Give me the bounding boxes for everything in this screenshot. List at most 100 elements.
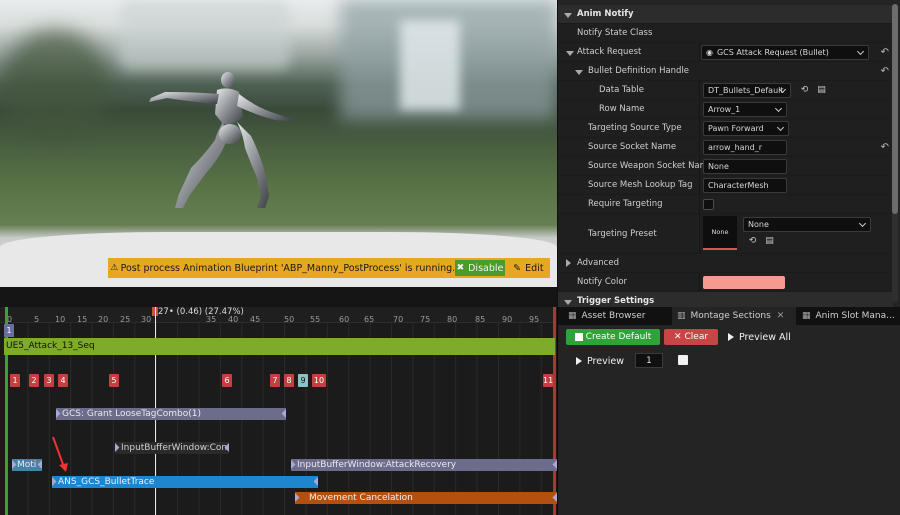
data-table-label: Data Table [599,85,644,95]
disable-label: Disable [468,262,504,274]
ruler-tick: 80 [447,315,458,324]
background-building [120,0,290,70]
tab-montage-sections[interactable]: ▥ Montage Sections ✕ [672,307,796,325]
notify-marker[interactable]: 2 [29,374,39,387]
ruler-tick: 50 [284,315,295,324]
attack-request-value: GCS Attack Request (Bullet) [716,48,829,57]
section-trigger-settings[interactable]: Trigger Settings [558,292,893,307]
notify-marker[interactable]: 7 [270,374,280,387]
ruler-tick: 10 [55,315,66,324]
ruler-tick: 70 [393,315,404,324]
montage-icon: ▥ [677,311,686,321]
notify-state-motion[interactable]: Moti [12,459,42,471]
play-icon [728,333,734,341]
attack-request-combo[interactable]: ◉ GCS Attack Request (Bullet) [701,45,869,60]
source-mesh-lookup-tag-input[interactable]: CharacterMesh [703,178,787,193]
trigger-settings-title: Trigger Settings [577,296,655,306]
mannequin-character [149,72,293,208]
ruler-tick: 60 [339,315,350,324]
notify-marker[interactable]: 8 [284,374,294,387]
targeting-source-type-combo[interactable]: Pawn Forward [703,121,789,136]
reset-icon[interactable]: ↶ [881,47,889,58]
notify-marker[interactable]: 6 [222,374,232,387]
asset-browser-icon: ▦ [568,311,577,321]
pencil-icon: ✎ [513,262,522,274]
folder-icon[interactable]: ▤ [764,236,775,247]
notify-state-grant-tag[interactable]: GCS: Grant LooseTagCombo(1) [56,408,286,420]
folder-icon[interactable]: ▤ [816,85,827,96]
notify-marker[interactable]: 3 [44,374,54,387]
create-default-button[interactable]: Create Default [566,329,660,345]
notify-marker[interactable]: 10 [312,374,326,387]
play-icon [576,357,582,365]
row-attack-request: Attack Request ◉ GCS Attack Request (Bul… [558,43,893,62]
browse-icon[interactable]: ⟲ [747,236,758,247]
section-checkbox[interactable] [678,355,688,365]
montage-timeline[interactable]: 0 5 10 15 20 25 30 35 40 45 50 55 60 65 … [0,307,557,515]
notify-color-label: Notify Color [577,277,628,287]
source-weapon-socket-name-value: None [708,162,729,171]
tab-asset-browser[interactable]: ▦ Asset Browser [564,307,672,325]
advanced-label: Advanced [577,258,619,268]
notify-marker[interactable]: 11 [543,374,553,387]
expand-arrow-icon[interactable] [575,68,583,78]
row-source-socket-name: Source Socket Name arrow_hand_r ↶ [558,138,893,157]
segment-bar[interactable]: UE5_Attack_13_Seq [4,338,555,355]
reset-icon[interactable]: ↶ [881,142,889,153]
notify-marker[interactable]: 1 [10,374,20,387]
row-name-combo[interactable]: Arrow_1 [703,102,787,117]
post-process-warning-message: Post process Animation Blueprint 'ABP_Ma… [120,262,456,274]
section-index[interactable]: 1 [4,324,14,337]
notify-marker[interactable]: 4 [58,374,68,387]
targeting-preset-label: Targeting Preset [588,228,657,239]
source-socket-name-input[interactable]: arrow_hand_r [703,140,787,155]
clear-button[interactable]: ✕ Clear [664,329,718,345]
data-table-value: DT_Bullets_Default [708,86,784,95]
browse-icon[interactable]: ⟲ [799,85,810,96]
bullet-def-label: Bullet Definition Handle [588,66,690,76]
disable-button[interactable]: ✖ Disable [455,260,505,276]
preview-button[interactable]: Preview [576,353,624,369]
expand-arrow-icon[interactable] [566,49,574,59]
annotation-arrow-icon [52,436,68,472]
asset-icon: ◉ [706,48,713,57]
notify-color-swatch[interactable] [703,276,785,289]
notify-state-bullet-trace[interactable]: ANS_GCS_BulletTrace [52,476,318,488]
montage-sections-panel[interactable]: ▦ Asset Browser ▥ Montage Sections ✕ ▦ A… [557,307,900,515]
row-source-mesh-lookup-tag: Source Mesh Lookup Tag CharacterMesh [558,176,893,195]
slot-icon: ▦ [802,311,811,321]
section-title: Anim Notify [577,9,634,19]
notify-state-input-buffer-recovery[interactable]: InputBufferWindow:AttackRecovery [291,459,557,471]
source-mesh-lookup-tag-label: Source Mesh Lookup Tag [588,180,693,190]
source-mesh-lookup-tag-value: CharacterMesh [708,181,769,190]
source-weapon-socket-name-input[interactable]: None [703,159,787,174]
row-advanced[interactable]: Advanced [558,254,893,273]
require-targeting-checkbox[interactable] [703,199,714,210]
montage-sections-body: Create Default ✕ Clear Preview All Previ… [558,325,900,515]
notify-marker[interactable]: 5 [109,374,119,387]
collapsed-arrow-icon [566,259,571,270]
tab-anim-slot-manager[interactable]: ▦ Anim Slot Mana... [798,307,900,325]
section-anim-notify[interactable]: Anim Notify [558,5,893,24]
details-panel[interactable]: Anim Notify Notify State Class Attack Re… [557,0,900,307]
animation-viewport[interactable]: ⚠ Post process Animation Blueprint 'ABP_… [0,0,557,287]
tab-label: Montage Sections [690,311,771,321]
close-icon: ✖ [456,263,465,273]
row-notify-color: Notify Color [558,273,893,292]
targeting-preset-thumbnail[interactable]: None [703,216,737,250]
reset-icon[interactable]: ↶ [881,66,889,77]
panel-tab-bar: ▦ Asset Browser ▥ Montage Sections ✕ ▦ A… [558,307,900,325]
details-scrollbar-thumb[interactable] [892,4,898,214]
notify-state-movement-cancelation[interactable]: Movement Cancelation [295,492,557,504]
edit-button[interactable]: ✎ Edit [509,260,548,276]
close-tab-icon[interactable]: ✕ [777,311,785,321]
time-ruler[interactable]: 0 5 10 15 20 25 30 35 40 45 50 55 60 65 … [0,307,557,324]
data-table-combo[interactable]: DT_Bullets_Default [703,83,791,98]
notify-marker-selected[interactable]: 9 [298,374,308,387]
notify-state-input-buffer-combo[interactable]: InputBufferWindow:Combo [115,442,229,454]
section-number-field[interactable]: 1 [635,353,663,368]
tab-label: Anim Slot Mana... [815,311,895,321]
preview-all-button[interactable]: Preview All [728,329,791,345]
ruler-tick: 85 [475,315,486,324]
targeting-preset-combo[interactable]: None [743,217,871,232]
